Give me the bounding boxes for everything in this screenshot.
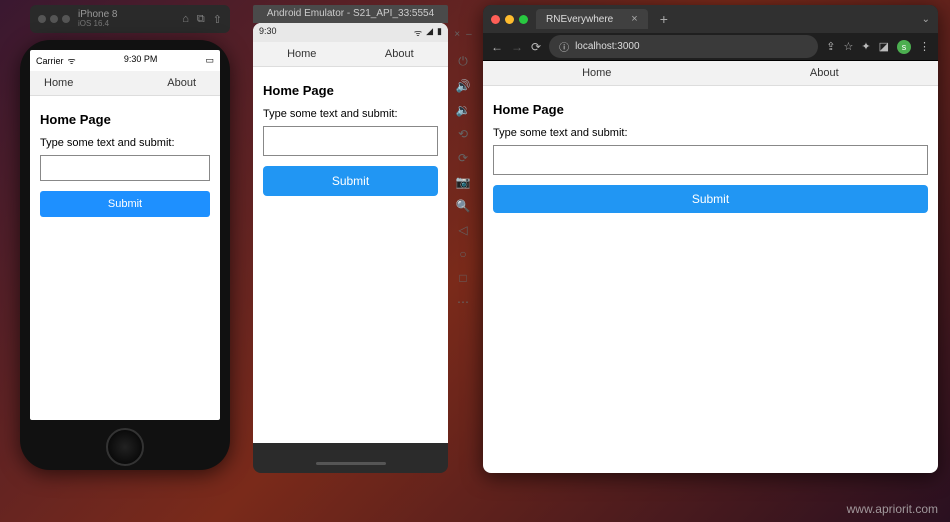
emulator-side-toolbar: × – ⏻ 🔊 🔉 ⟲ ⟳ 📷 🔍 ◁ ○ □ ⋯ bbox=[452, 23, 474, 309]
tabs-dropdown-icon[interactable]: ⌄ bbox=[922, 14, 930, 25]
home-icon[interactable]: ○ bbox=[459, 247, 466, 261]
battery-icon: ▮ bbox=[437, 26, 442, 39]
android-status-bar: 9:30 ᯤ ◢ ▮ bbox=[253, 23, 448, 42]
url-input[interactable]: ⓘ localhost:3000 bbox=[549, 35, 818, 58]
url-text: localhost:3000 bbox=[575, 41, 640, 52]
watermark-text: www.apriorit.com bbox=[847, 502, 938, 516]
camera-icon[interactable]: 📷 bbox=[456, 175, 471, 189]
text-input[interactable] bbox=[493, 145, 928, 175]
share-icon[interactable]: ⇧ bbox=[213, 13, 222, 26]
window-traffic-lights[interactable] bbox=[491, 15, 528, 24]
clock-label: 9:30 PM bbox=[124, 54, 158, 67]
page-content: Home Page Type some text and submit: Sub… bbox=[30, 96, 220, 227]
android-screen: 9:30 ᯤ ◢ ▮ Home About Home Page Type som… bbox=[253, 23, 448, 443]
android-emulator-titlebar: Android Emulator - S21_API_33:5554 bbox=[253, 5, 448, 23]
submit-button[interactable]: Submit bbox=[40, 191, 210, 217]
puzzle-icon[interactable]: ◪ bbox=[879, 40, 889, 53]
wifi-icon: ᯤ bbox=[414, 26, 422, 39]
window-traffic-lights[interactable] bbox=[38, 15, 70, 23]
emu-minimize-icon[interactable]: – bbox=[466, 29, 472, 40]
prompt-label: Type some text and submit: bbox=[40, 137, 210, 149]
tab-home[interactable]: Home bbox=[483, 61, 711, 85]
screenshot-icon[interactable]: ⧉ bbox=[197, 13, 205, 26]
sim-os-version: iOS 16.4 bbox=[78, 20, 117, 28]
profile-avatar[interactable]: s bbox=[897, 40, 911, 54]
android-gesture-bar[interactable] bbox=[253, 462, 448, 465]
battery-icon: ▭ bbox=[205, 55, 214, 66]
reload-button[interactable]: ⟳ bbox=[531, 40, 541, 54]
menu-icon[interactable]: ⋮ bbox=[919, 40, 930, 53]
submit-button[interactable]: Submit bbox=[493, 185, 928, 213]
page-title: Home Page bbox=[263, 83, 438, 98]
prompt-label: Type some text and submit: bbox=[263, 108, 438, 120]
signal-icon: ◢ bbox=[426, 26, 433, 39]
back-icon[interactable]: ◁ bbox=[458, 223, 467, 237]
page-content: Home Page Type some text and submit: Sub… bbox=[483, 86, 938, 223]
more-icon[interactable]: ⋯ bbox=[457, 295, 469, 309]
ios-status-bar: Carrier ᯤ 9:30 PM ▭ bbox=[30, 50, 220, 71]
new-tab-button[interactable]: + bbox=[660, 11, 668, 27]
extensions-icon[interactable]: ✦ bbox=[861, 40, 870, 53]
page-title: Home Page bbox=[40, 112, 210, 127]
browser-window: RNEverywhere × + ⌄ ← → ⟳ ⓘ localhost:300… bbox=[483, 5, 938, 473]
text-input[interactable] bbox=[40, 155, 210, 181]
clock-label: 9:30 bbox=[259, 26, 277, 39]
tab-title: RNEverywhere bbox=[546, 14, 613, 25]
iphone-screen: Carrier ᯤ 9:30 PM ▭ Home About Home Page… bbox=[30, 50, 220, 420]
info-icon: ⓘ bbox=[559, 39, 569, 54]
home-icon[interactable]: ⌂ bbox=[182, 13, 189, 26]
tab-home[interactable]: Home bbox=[30, 71, 87, 95]
submit-button[interactable]: Submit bbox=[263, 166, 438, 196]
prompt-label: Type some text and submit: bbox=[493, 127, 928, 139]
browser-tab[interactable]: RNEverywhere × bbox=[536, 9, 648, 29]
page-content: Home Page Type some text and submit: Sub… bbox=[253, 67, 448, 206]
browser-viewport: Home About Home Page Type some text and … bbox=[483, 61, 938, 473]
rotate-left-icon[interactable]: ⟲ bbox=[458, 127, 468, 141]
android-device-frame: 9:30 ᯤ ◢ ▮ Home About Home Page Type som… bbox=[253, 23, 448, 473]
overview-icon[interactable]: □ bbox=[459, 271, 466, 285]
tab-about[interactable]: About bbox=[351, 42, 449, 66]
emu-close-icon[interactable]: × bbox=[454, 29, 460, 40]
carrier-label: Carrier bbox=[36, 56, 64, 66]
share-icon[interactable]: ⇪ bbox=[826, 40, 835, 53]
forward-button[interactable]: → bbox=[511, 40, 523, 54]
tab-home[interactable]: Home bbox=[253, 42, 351, 66]
volume-down-icon[interactable]: 🔉 bbox=[456, 103, 471, 117]
wifi-icon: ᯤ bbox=[68, 54, 76, 67]
text-input[interactable] bbox=[263, 126, 438, 156]
app-nav-bar: Home About bbox=[483, 61, 938, 86]
tab-about[interactable]: About bbox=[711, 61, 939, 85]
app-nav-bar: Home About bbox=[30, 71, 220, 96]
close-icon[interactable]: × bbox=[631, 13, 637, 25]
browser-titlebar: RNEverywhere × + ⌄ bbox=[483, 5, 938, 33]
app-nav-bar: Home About bbox=[253, 42, 448, 67]
tab-about[interactable]: About bbox=[153, 71, 210, 95]
volume-up-icon[interactable]: 🔊 bbox=[456, 79, 471, 93]
back-button[interactable]: ← bbox=[491, 40, 503, 54]
browser-address-bar: ← → ⟳ ⓘ localhost:3000 ⇪ ☆ ✦ ◪ s ⋮ bbox=[483, 33, 938, 61]
power-icon[interactable]: ⏻ bbox=[458, 54, 468, 69]
page-title: Home Page bbox=[493, 102, 928, 117]
bookmark-icon[interactable]: ☆ bbox=[844, 40, 854, 53]
ios-simulator-titlebar: iPhone 8 iOS 16.4 ⌂ ⧉ ⇧ bbox=[30, 5, 230, 33]
zoom-icon[interactable]: 🔍 bbox=[456, 199, 471, 213]
iphone-device-frame: Carrier ᯤ 9:30 PM ▭ Home About Home Page… bbox=[20, 40, 230, 470]
rotate-right-icon[interactable]: ⟳ bbox=[458, 151, 468, 165]
iphone-home-button[interactable] bbox=[106, 428, 144, 466]
